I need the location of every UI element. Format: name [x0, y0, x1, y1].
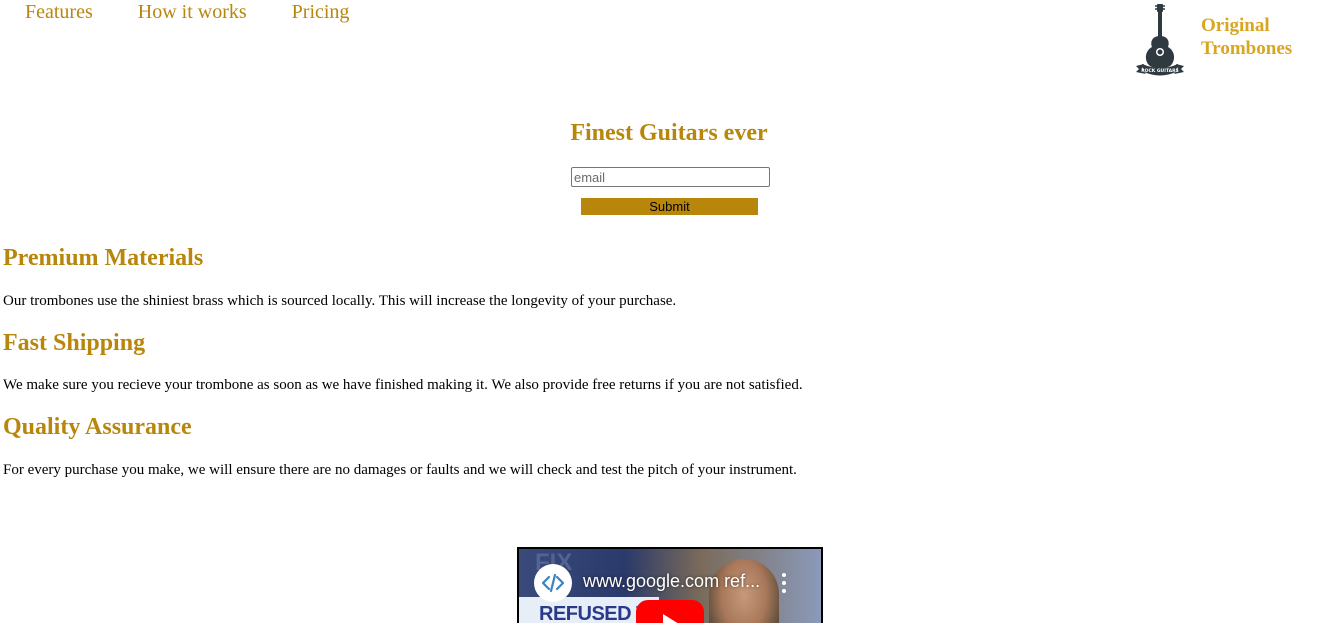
- video-embed[interactable]: FIX REFUSED TO www.google.com ref...: [517, 547, 823, 623]
- code-brackets-icon: [541, 573, 565, 593]
- email-input[interactable]: [571, 167, 770, 187]
- feature-text-quality-assurance: For every purchase you make, we will ens…: [3, 462, 797, 478]
- logo: ROCK GUITARS: [1130, 2, 1190, 78]
- svg-text:ROCK GUITARS: ROCK GUITARS: [1141, 68, 1179, 74]
- top-nav: Features How it works Pricing: [25, 0, 394, 24]
- feature-title-fast-shipping: Fast Shipping: [3, 330, 146, 356]
- kebab-menu-icon[interactable]: [781, 573, 787, 593]
- feature-text-premium-materials: Our trombones use the shiniest brass whi…: [3, 293, 677, 309]
- brand-name: Original Trombones: [1201, 14, 1292, 60]
- nav-link-features[interactable]: Features: [25, 0, 93, 24]
- brand-line-1: Original: [1201, 15, 1270, 36]
- submit-button[interactable]: Submit: [581, 198, 758, 215]
- page: Features How it works Pricing ROCK GUITA…: [0, 0, 1338, 623]
- video-title[interactable]: www.google.com ref...: [583, 571, 760, 592]
- channel-avatar[interactable]: [534, 564, 572, 602]
- feature-text-fast-shipping: We make sure you recieve your trombone a…: [3, 377, 803, 393]
- hero-title: Finest Guitars ever: [570, 120, 768, 146]
- youtube-play-icon[interactable]: [636, 600, 704, 623]
- nav-link-how-it-works[interactable]: How it works: [138, 0, 247, 24]
- feature-title-quality-assurance: Quality Assurance: [3, 414, 192, 440]
- feature-title-premium-materials: Premium Materials: [3, 245, 204, 271]
- guitar-badge-icon: ROCK GUITARS: [1136, 4, 1184, 76]
- brand-line-2: Trombones: [1201, 38, 1293, 59]
- nav-link-pricing[interactable]: Pricing: [292, 0, 350, 24]
